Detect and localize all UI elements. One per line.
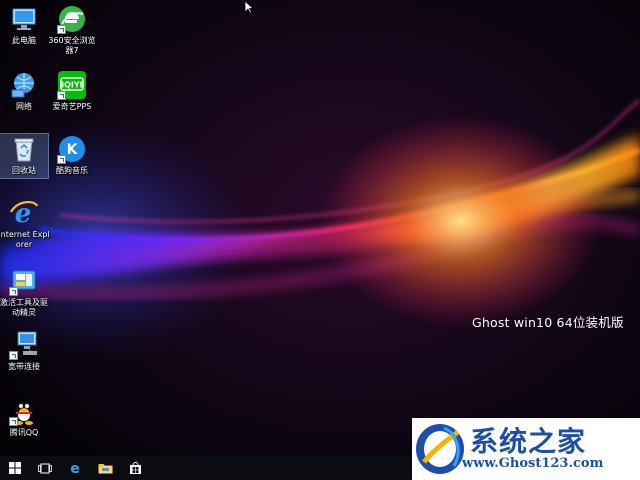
- internet-explorer-icon: e: [10, 199, 39, 228]
- desktop-icon-iqiyi[interactable]: iQIYI 爱奇艺PPS: [48, 70, 96, 112]
- activation-tool-icon: [9, 266, 39, 296]
- desktop-icon-label: 此电脑: [12, 36, 36, 45]
- qq-penguin-icon: [9, 396, 39, 426]
- shortcut-arrow-icon: [9, 417, 18, 426]
- desktop-icon-broadband[interactable]: 宽带连接: [0, 330, 48, 372]
- shortcut-arrow-icon: [57, 155, 66, 164]
- shortcut-arrow-icon: [9, 287, 18, 296]
- network-icon: [11, 73, 34, 98]
- desktop-icon-label: 回收站: [12, 166, 36, 175]
- watermark-url: www.Ghost123.com: [462, 456, 604, 471]
- desktop-icon-label: 网络: [16, 102, 32, 111]
- desktop-icon-label: 激活工具及驱动精灵: [0, 298, 48, 317]
- site-watermark: 系统之家 www.Ghost123.com: [412, 418, 640, 480]
- desktop-icon-network[interactable]: 网络: [0, 70, 48, 112]
- windows-logo-icon: [9, 462, 21, 474]
- iqiyi-icon: iQIYI: [57, 70, 87, 100]
- broadband-connection-icon: [9, 330, 39, 360]
- svg-text:iQIYI: iQIYI: [61, 81, 82, 90]
- desktop-icon-label: 酷狗音乐: [56, 166, 88, 175]
- file-explorer-button[interactable]: [90, 456, 120, 480]
- wallpaper-caption: Ghost win10 64位装机版: [472, 315, 624, 330]
- start-button[interactable]: [0, 456, 30, 480]
- store-button[interactable]: [120, 456, 150, 480]
- music-app-icon: K: [57, 134, 87, 164]
- shortcut-arrow-icon: [57, 91, 66, 100]
- desktop-icon-activation-tool[interactable]: 激活工具及驱动精灵: [0, 266, 48, 318]
- desktop-icon-recycle-bin[interactable]: 回收站: [0, 133, 49, 179]
- task-view-icon: [38, 463, 52, 473]
- computer-icon: [12, 8, 36, 30]
- edge-browser-button[interactable]: e: [60, 456, 90, 480]
- desktop-icon-label: 爱奇艺PPS: [52, 102, 92, 111]
- taskbar: e: [0, 456, 412, 480]
- desktop-icon-kuwo-music[interactable]: K 酷狗音乐: [48, 134, 96, 176]
- desktop: 此电脑 360安全浏览器7 网络 iQIYI 爱奇艺PPS 回收站 K 酷狗音乐…: [0, 0, 640, 456]
- watermark-title: 系统之家: [470, 425, 587, 458]
- site-logo-icon: [416, 424, 464, 474]
- desktop-icon-tencent-qq[interactable]: 腾讯QQ: [0, 396, 48, 438]
- folder-icon: [98, 464, 112, 474]
- desktop-icon-label: 360安全浏览器7: [48, 36, 96, 55]
- svg-text:e: e: [70, 461, 80, 475]
- 360-browser-icon: [57, 4, 87, 34]
- mouse-cursor-icon: [244, 0, 254, 14]
- desktop-icon-label: Internet Explorer: [0, 230, 50, 249]
- desktop-icon-360-browser[interactable]: 360安全浏览器7: [48, 4, 96, 56]
- svg-text:K: K: [67, 142, 79, 158]
- desktop-icon-this-pc[interactable]: 此电脑: [0, 4, 48, 46]
- shortcut-arrow-icon: [57, 25, 66, 34]
- shortcut-arrow-icon: [9, 351, 18, 360]
- desktop-icon-label: 腾讯QQ: [9, 428, 39, 437]
- recycle-bin-icon: [14, 138, 34, 162]
- desktop-icon-internet-explorer[interactable]: e Internet Explorer: [0, 198, 50, 250]
- desktop-icon-label: 宽带连接: [8, 362, 40, 371]
- task-view-button[interactable]: [30, 456, 60, 480]
- store-bag-icon: [129, 461, 141, 474]
- edge-icon: e: [70, 461, 80, 475]
